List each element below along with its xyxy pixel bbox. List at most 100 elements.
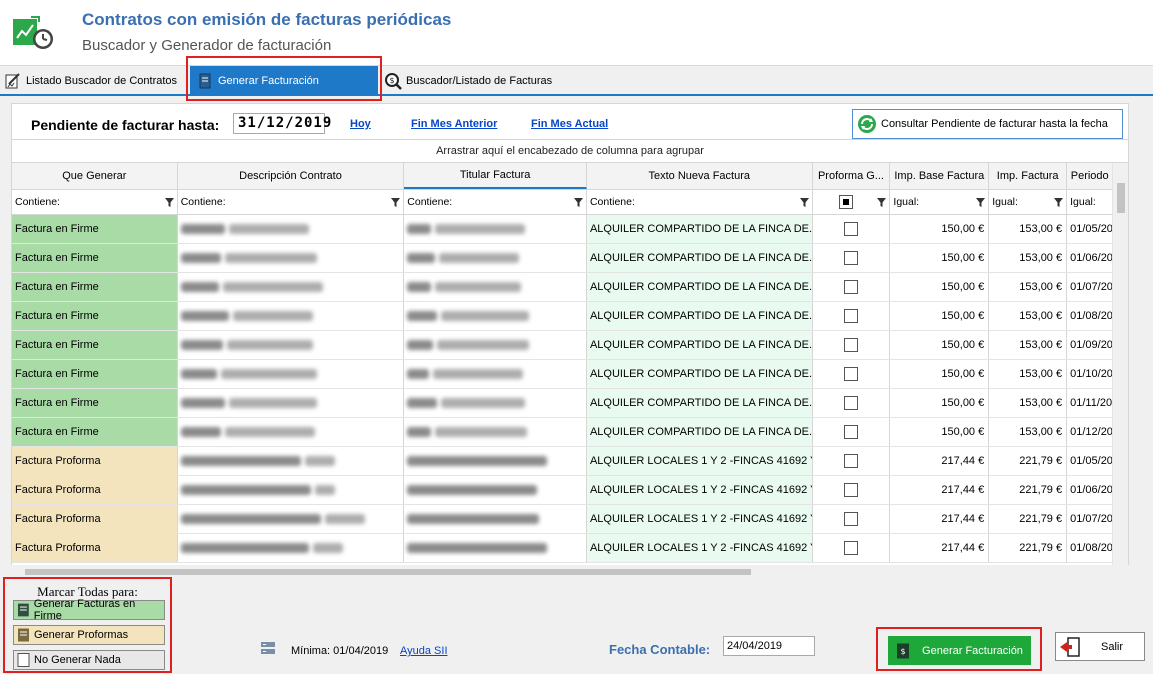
table-row[interactable]: Factura en Firme ALQUILER COMPARTIDO DE L… [12, 273, 1128, 302]
col-header-base[interactable]: Imp. Base Factura [890, 163, 990, 189]
fecha-contable-input[interactable]: 24/04/2019 [723, 636, 815, 656]
table-row[interactable]: Factura Proforma ALQUILER LOCALES 1 Y 2 -… [12, 534, 1128, 563]
vertical-scrollbar[interactable] [1112, 163, 1128, 566]
cell-que-generar[interactable]: Factura en Firme [12, 215, 178, 243]
ayuda-sii-link[interactable]: Ayuda SII [400, 645, 448, 657]
cell-proforma[interactable] [813, 302, 891, 330]
cell-texto-factura[interactable]: ALQUILER COMPARTIDO DE LA FINCA DE... [586, 389, 813, 417]
funnel-icon[interactable] [877, 197, 887, 207]
table-row[interactable]: Factura en Firme ALQUILER COMPARTIDO DE L… [12, 389, 1128, 418]
group-panel[interactable]: Arrastrar aquí el encabezado de columna … [12, 140, 1128, 163]
cell-proforma[interactable] [813, 505, 891, 533]
link-fin-mes-anterior[interactable]: Fin Mes Anterior [411, 118, 497, 130]
cell-que-generar[interactable]: Factura Proforma [12, 505, 178, 533]
proforma-checkbox[interactable] [843, 367, 858, 381]
scroll-thumb[interactable] [1117, 183, 1125, 213]
cell-texto-factura[interactable]: ALQUILER LOCALES 1 Y 2 -FINCAS 41692 Y..… [586, 534, 813, 562]
filter-cell[interactable]: Igual: [989, 190, 1068, 214]
filter-checkbox[interactable] [839, 195, 854, 209]
cell-texto-factura[interactable]: ALQUILER LOCALES 1 Y 2 -FINCAS 41692 Y..… [586, 447, 813, 475]
cell-proforma[interactable] [813, 447, 891, 475]
table-row[interactable]: Factura en Firme ALQUILER COMPARTIDO DE L… [12, 418, 1128, 447]
funnel-icon[interactable] [391, 197, 401, 207]
cell-proforma[interactable] [813, 534, 891, 562]
cell-texto-factura[interactable]: ALQUILER COMPARTIDO DE LA FINCA DE... [586, 273, 813, 301]
proforma-checkbox[interactable] [843, 454, 858, 468]
funnel-icon[interactable] [976, 197, 986, 207]
cell-que-generar[interactable]: Factura en Firme [12, 302, 178, 330]
cell-proforma[interactable] [813, 244, 891, 272]
horizontal-scrollbar[interactable] [11, 565, 1129, 579]
cell-texto-factura[interactable]: ALQUILER COMPARTIDO DE LA FINCA DE... [586, 418, 813, 446]
cell-que-generar[interactable]: Factura en Firme [12, 273, 178, 301]
filter-cell[interactable]: Contiene: [178, 190, 405, 214]
table-row[interactable]: Factura en Firme ALQUILER COMPARTIDO DE L… [12, 302, 1128, 331]
cell-proforma[interactable] [813, 273, 891, 301]
proforma-checkbox[interactable] [843, 396, 858, 410]
cell-proforma[interactable] [813, 389, 891, 417]
table-row[interactable]: Factura Proforma ALQUILER LOCALES 1 Y 2 -… [12, 476, 1128, 505]
cell-proforma[interactable] [813, 215, 891, 243]
cell-que-generar[interactable]: Factura en Firme [12, 244, 178, 272]
cell-texto-factura[interactable]: ALQUILER COMPARTIDO DE LA FINCA DE... [586, 360, 813, 388]
proforma-checkbox[interactable] [843, 425, 858, 439]
cell-que-generar[interactable]: Factura Proforma [12, 534, 178, 562]
col-header-descripcion[interactable]: Descripción Contrato [178, 163, 405, 189]
table-row[interactable]: Factura en Firme ALQUILER COMPARTIDO DE L… [12, 331, 1128, 360]
funnel-icon[interactable] [164, 197, 174, 207]
mark-all-proformas-button[interactable]: Generar Proformas [13, 625, 165, 645]
col-header-importe[interactable]: Imp. Factura [989, 163, 1068, 189]
cell-que-generar[interactable]: Factura en Firme [12, 360, 178, 388]
cell-que-generar[interactable]: Factura en Firme [12, 331, 178, 359]
proforma-checkbox[interactable] [843, 512, 858, 526]
funnel-icon[interactable] [573, 197, 583, 207]
proforma-checkbox[interactable] [843, 222, 858, 236]
mark-all-none-button[interactable]: No Generar Nada [13, 650, 165, 670]
proforma-checkbox[interactable] [843, 541, 858, 555]
funnel-icon[interactable] [799, 197, 809, 207]
proforma-checkbox[interactable] [843, 280, 858, 294]
cell-proforma[interactable] [813, 476, 891, 504]
cell-texto-factura[interactable]: ALQUILER COMPARTIDO DE LA FINCA DE... [586, 244, 813, 272]
table-row[interactable]: Factura en Firme ALQUILER COMPARTIDO DE L… [12, 244, 1128, 273]
table-row[interactable]: Factura Proforma ALQUILER LOCALES 1 Y 2 -… [12, 447, 1128, 476]
tab-listado-contratos[interactable]: Listado Buscador de Contratos [4, 66, 186, 95]
exit-button[interactable]: Salir [1055, 632, 1145, 661]
cell-texto-factura[interactable]: ALQUILER COMPARTIDO DE LA FINCA DE... [586, 215, 813, 243]
table-row[interactable]: Factura en Firme ALQUILER COMPARTIDO DE L… [12, 215, 1128, 244]
cell-texto-factura[interactable]: ALQUILER LOCALES 1 Y 2 -FINCAS 41692 Y..… [586, 476, 813, 504]
mark-all-firme-button[interactable]: Generar Facturas en Firme [13, 598, 165, 622]
consult-button[interactable]: Consultar Pendiente de facturar hasta la… [852, 109, 1123, 139]
cell-que-generar[interactable]: Factura Proforma [12, 447, 178, 475]
col-header-proforma[interactable]: Proforma G... [813, 163, 891, 189]
cell-proforma[interactable] [813, 331, 891, 359]
filter-cell[interactable]: Contiene: [12, 190, 178, 214]
filter-cell[interactable] [813, 190, 891, 214]
funnel-icon[interactable] [1054, 197, 1064, 207]
table-row[interactable]: Factura Proforma ALQUILER LOCALES 1 Y 2 -… [12, 505, 1128, 534]
cell-texto-factura[interactable]: ALQUILER LOCALES 1 Y 2 -FINCAS 41692 Y..… [586, 505, 813, 533]
filter-cell[interactable]: Igual: [890, 190, 990, 214]
cell-que-generar[interactable]: Factura en Firme [12, 389, 178, 417]
cell-que-generar[interactable]: Factura Proforma [12, 476, 178, 504]
pending-date-input[interactable]: 31/12/2019 [233, 113, 331, 134]
cell-proforma[interactable] [813, 360, 891, 388]
proforma-checkbox[interactable] [843, 483, 858, 497]
proforma-checkbox[interactable] [843, 338, 858, 352]
filter-cell[interactable]: Contiene: [404, 190, 587, 214]
proforma-checkbox[interactable] [843, 251, 858, 265]
scroll-thumb[interactable] [25, 569, 751, 575]
tab-buscador-facturas[interactable]: $ Buscador/Listado de Facturas [384, 66, 574, 95]
col-header-texto[interactable]: Texto Nueva Factura [587, 163, 813, 189]
generate-invoicing-button[interactable]: $ Generar Facturación [888, 636, 1031, 665]
proforma-checkbox[interactable] [843, 309, 858, 323]
col-header-que-generar[interactable]: Que Generar [12, 163, 178, 189]
link-hoy[interactable]: Hoy [350, 118, 371, 130]
cell-proforma[interactable] [813, 418, 891, 446]
cell-texto-factura[interactable]: ALQUILER COMPARTIDO DE LA FINCA DE... [586, 302, 813, 330]
col-header-titular[interactable]: Titular Factura [404, 163, 587, 189]
filter-cell[interactable]: Contiene: [587, 190, 813, 214]
table-row[interactable]: Factura en Firme ALQUILER COMPARTIDO DE L… [12, 360, 1128, 389]
cell-texto-factura[interactable]: ALQUILER COMPARTIDO DE LA FINCA DE... [586, 331, 813, 359]
cell-que-generar[interactable]: Factura en Firme [12, 418, 178, 446]
